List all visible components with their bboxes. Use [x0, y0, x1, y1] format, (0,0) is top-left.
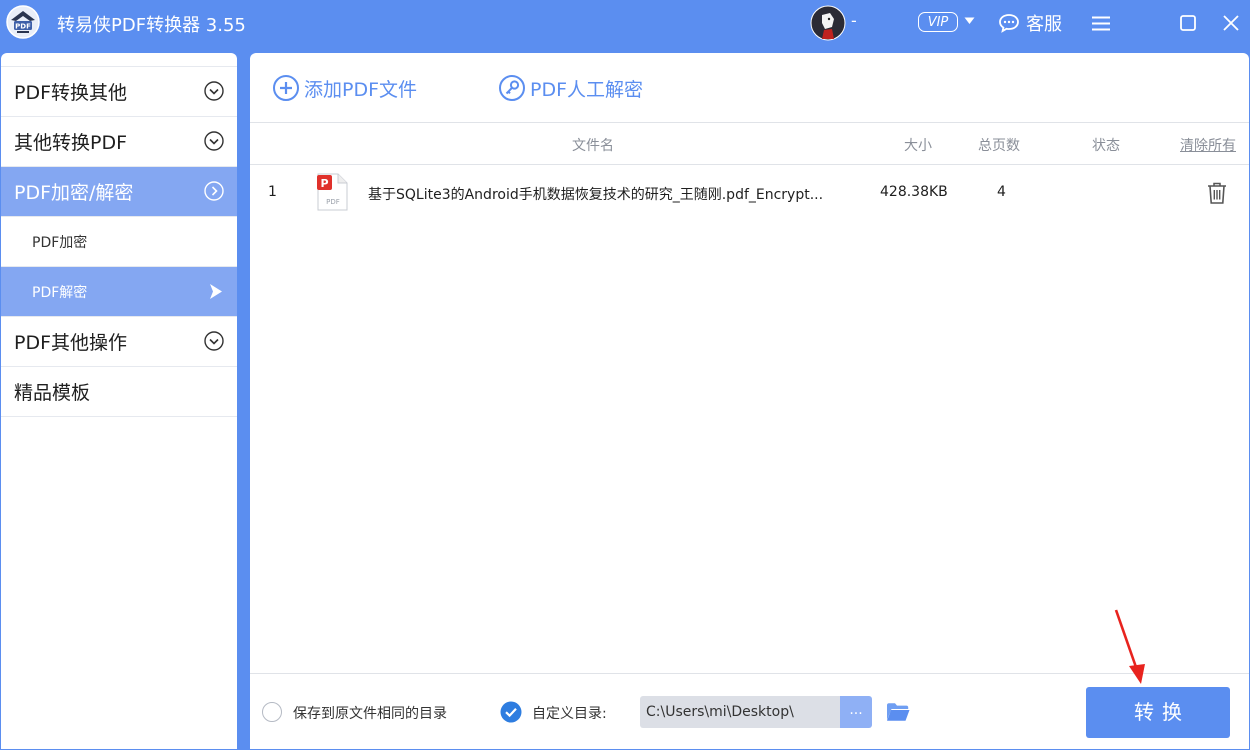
sidebar-item-label: PDF加密/解密	[14, 182, 134, 204]
sidebar-item-label: PDF其他操作	[14, 332, 128, 354]
chat-icon	[999, 14, 1019, 33]
row-index: 1	[268, 184, 277, 200]
clear-all-link[interactable]: 清除所有	[1180, 135, 1236, 155]
sidebar-item-pdf-to-other[interactable]: PDF转换其他	[1, 67, 237, 117]
svg-text:P: P	[320, 177, 328, 190]
output-options-bar: 保存到原文件相同的目录 自定义目录: ... 转换	[250, 673, 1249, 750]
convert-button[interactable]: 转换	[1086, 687, 1230, 738]
column-header-name: 文件名	[572, 138, 614, 154]
arrow-right-icon	[210, 284, 222, 299]
key-circle-icon	[499, 75, 525, 101]
maximize-icon	[1180, 15, 1196, 31]
menu-icon	[1092, 16, 1110, 30]
close-icon	[1223, 15, 1239, 31]
sidebar: PDF转换其他 其他转换PDF PDF加密/解密 PDF加密 PDF解密 PDF…	[1, 53, 237, 749]
sidebar-subitem-label: PDF加密	[32, 234, 88, 251]
manual-decrypt-button[interactable]: PDF人工解密	[498, 74, 643, 102]
sidebar-item-pdf-encrypt-decrypt[interactable]: PDF加密/解密	[1, 167, 237, 217]
chevron-down-circle-icon	[204, 131, 224, 151]
chevron-right-circle-icon	[204, 181, 224, 201]
annotation-arrow-icon	[1114, 609, 1145, 684]
folder-icon[interactable]	[886, 702, 910, 722]
chevron-down-icon[interactable]	[964, 17, 975, 25]
sidebar-item-label: 精品模板	[14, 382, 91, 404]
sidebar-item-label: PDF转换其他	[14, 82, 128, 104]
sidebar-item-pdf-other-ops[interactable]: PDF其他操作	[1, 317, 237, 367]
username: -	[851, 11, 857, 30]
file-page-count: 4	[997, 184, 1006, 200]
vip-badge[interactable]: VIP	[918, 12, 958, 32]
column-header-pages: 总页数	[978, 138, 1020, 154]
trash-icon[interactable]	[1206, 181, 1228, 205]
same-directory-label: 保存到原文件相同的目录	[293, 706, 447, 722]
chevron-down-circle-icon	[204, 81, 224, 101]
same-directory-radio[interactable]	[262, 702, 282, 722]
manual-decrypt-label: PDF人工解密	[530, 78, 644, 101]
sidebar-subitem-pdf-encrypt[interactable]: PDF加密	[1, 217, 237, 267]
add-pdf-button[interactable]: 添加PDF文件	[272, 74, 417, 102]
file-name: 基于SQLite3的Android手机数据恢复技术的研究_王随刚.pdf_Enc…	[368, 187, 824, 203]
app-logo: PDF	[6, 5, 40, 39]
browse-button[interactable]: ...	[840, 696, 872, 728]
menu-button[interactable]	[1086, 8, 1116, 38]
pdf-file-icon: P PDF	[317, 173, 348, 211]
chevron-down-circle-icon	[204, 331, 224, 351]
sidebar-subitem-label: PDF解密	[32, 284, 88, 301]
user-avatar[interactable]	[810, 5, 846, 41]
close-button[interactable]	[1216, 8, 1246, 38]
output-path-input[interactable]	[640, 696, 842, 728]
sidebar-subitem-pdf-decrypt[interactable]: PDF解密	[1, 267, 237, 317]
plus-circle-icon	[273, 75, 299, 101]
service-label: 客服	[1026, 14, 1062, 35]
file-table-header: 文件名 大小 总页数 状态 清除所有	[250, 123, 1249, 165]
sidebar-item-other-to-pdf[interactable]: 其他转换PDF	[1, 117, 237, 167]
customer-service-button[interactable]: 客服	[998, 10, 1062, 36]
column-header-status: 状态	[1092, 138, 1120, 154]
svg-text:PDF: PDF	[15, 23, 31, 31]
toolbar: 添加PDF文件 PDF人工解密	[250, 53, 1249, 123]
custom-directory-checkbox[interactable]	[500, 701, 522, 723]
column-header-size: 大小	[904, 138, 932, 154]
sidebar-item-templates[interactable]: 精品模板	[1, 367, 237, 417]
file-size: 428.38KB	[880, 184, 948, 200]
title-bar: PDF 转易侠PDF转换器 3.55 - VIP 客服	[0, 0, 1250, 46]
svg-text:PDF: PDF	[326, 198, 340, 206]
custom-directory-label: 自定义目录:	[532, 706, 607, 722]
main-panel: 添加PDF文件 PDF人工解密 文件名 大小 总页数 状态 清除所有 1 P P…	[250, 53, 1249, 749]
add-pdf-label: 添加PDF文件	[304, 78, 418, 101]
app-title: 转易侠PDF转换器 3.55	[57, 15, 246, 36]
table-row[interactable]: 1 P PDF 基于SQLite3的Android手机数据恢复技术的研究_王随刚…	[250, 165, 1249, 221]
sidebar-item-label: 其他转换PDF	[14, 132, 128, 154]
maximize-button[interactable]	[1173, 8, 1203, 38]
